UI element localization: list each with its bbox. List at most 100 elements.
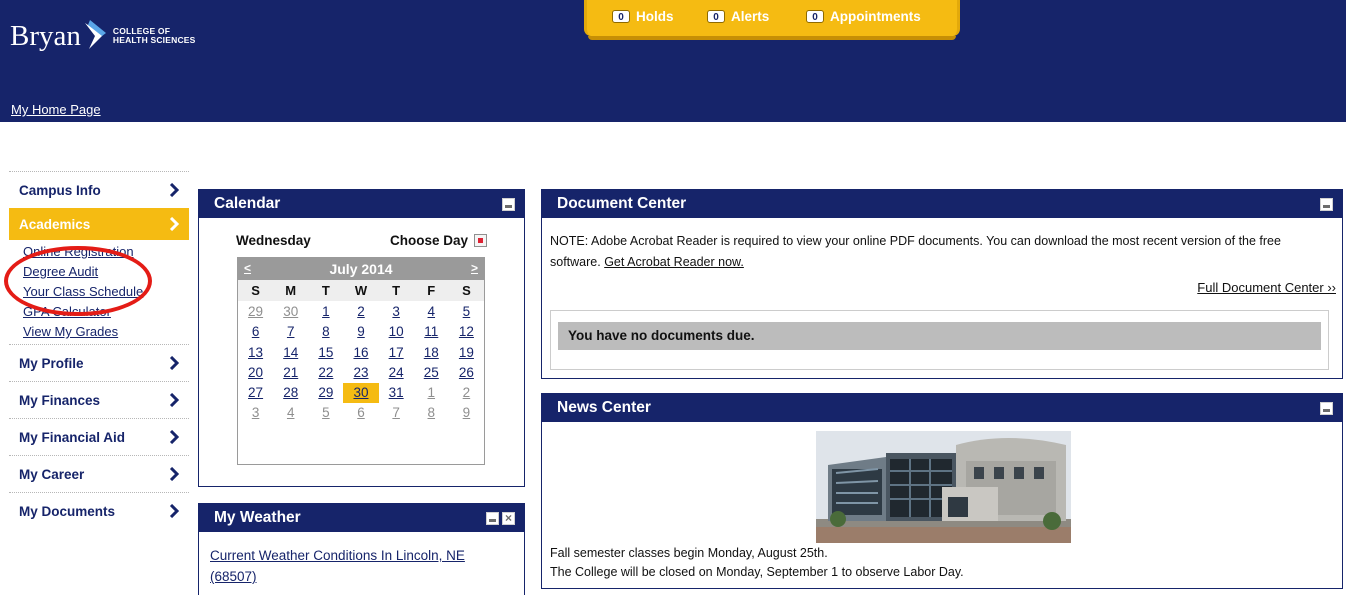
calendar-day[interactable]: 30: [273, 302, 308, 322]
logo-swoosh-icon: [84, 20, 106, 49]
minimize-icon[interactable]: [486, 512, 499, 525]
tabs-shadow: [588, 36, 956, 40]
sidebar-item-my-finances[interactable]: My Finances: [9, 382, 189, 418]
calendar-day[interactable]: 20: [238, 363, 273, 383]
calendar-day[interactable]: 4: [273, 403, 308, 423]
sidebar-item-academics[interactable]: Academics: [9, 208, 189, 240]
site-header: Bryan COLLEGE OF HEALTH SCIENCES My Home…: [0, 0, 1346, 122]
calendar-day[interactable]: 2: [343, 302, 378, 322]
calendar-day[interactable]: 21: [273, 363, 308, 383]
calendar-day[interactable]: 29: [238, 302, 273, 322]
document-center-title: Document Center: [557, 195, 687, 212]
sidebar-item-my-documents[interactable]: My Documents: [9, 493, 189, 529]
minimize-icon[interactable]: [1320, 198, 1333, 211]
my-home-page-link[interactable]: My Home Page: [11, 102, 101, 117]
appointments-tab[interactable]: 0 Appointments: [806, 9, 921, 24]
documents-due-box: You have no documents due.: [550, 310, 1329, 370]
sidebar-item-campus-info[interactable]: Campus Info: [9, 172, 189, 208]
full-document-center-link[interactable]: Full Document Center ››: [1197, 280, 1336, 295]
calendar-day[interactable]: 2: [449, 383, 484, 403]
calendar-day[interactable]: 7: [273, 322, 308, 342]
calendar-day[interactable]: 26: [449, 363, 484, 383]
alerts-count-badge: 0: [707, 10, 725, 23]
annotation-circle: [4, 246, 152, 316]
alerts-label: Alerts: [731, 9, 770, 24]
calendar-day[interactable]: 22: [308, 363, 343, 383]
calendar-panel-header: Calendar: [199, 190, 524, 218]
calendar-day[interactable]: 29: [308, 383, 343, 403]
calendar-day[interactable]: 31: [379, 383, 414, 403]
logo-sub-line2: HEALTH SCIENCES: [112, 35, 196, 45]
calendar-day[interactable]: 11: [414, 322, 449, 342]
campus-building-image: [816, 431, 1071, 543]
calendar-day[interactable]: 6: [343, 403, 378, 423]
calendar-day[interactable]: 17: [379, 343, 414, 363]
appointments-count-badge: 0: [806, 10, 824, 23]
calendar-day[interactable]: 15: [308, 343, 343, 363]
calendar-day[interactable]: 28: [273, 383, 308, 403]
holds-count-badge: 0: [612, 10, 630, 23]
calendar-day[interactable]: 6: [238, 322, 273, 342]
calendar-day[interactable]: 4: [414, 302, 449, 322]
weekday-header: S: [462, 283, 471, 298]
calendar-title: Calendar: [214, 195, 281, 212]
header-brand-area: Bryan COLLEGE OF HEALTH SCIENCES My Home…: [0, 0, 218, 122]
get-acrobat-link[interactable]: Get Acrobat Reader now.: [604, 255, 744, 269]
calendar-day[interactable]: 14: [273, 343, 308, 363]
chevron-right-icon: [169, 183, 179, 197]
news-text: Fall semester classes begin Monday, Augu…: [550, 544, 964, 582]
minimize-icon[interactable]: [1320, 402, 1333, 415]
calendar-day[interactable]: 1: [308, 302, 343, 322]
sidebar-nav: Campus Info Academics Online Registratio…: [9, 171, 189, 529]
sidebar-item-my-career[interactable]: My Career: [9, 456, 189, 492]
calendar-panel: Calendar Wednesday Choose Day < July 201…: [198, 189, 525, 487]
college-logo[interactable]: Bryan COLLEGE OF HEALTH SCIENCES: [10, 14, 196, 58]
sidebar-item-label: My Career: [19, 466, 85, 482]
document-center-header: Document Center: [542, 190, 1342, 218]
alerts-tab[interactable]: 0 Alerts: [707, 9, 769, 24]
chevron-right-icon: [169, 217, 179, 231]
news-center-title: News Center: [557, 399, 651, 416]
weather-conditions-link[interactable]: Current Weather Conditions In Lincoln, N…: [210, 545, 510, 587]
weekday-header: F: [427, 283, 436, 298]
calendar-day[interactable]: 8: [308, 322, 343, 342]
weekday-header: M: [285, 283, 297, 298]
calendar-day[interactable]: 3: [379, 302, 414, 322]
calendar-day[interactable]: 10: [379, 322, 414, 342]
calendar-day[interactable]: 24: [379, 363, 414, 383]
calendar-day[interactable]: 5: [449, 302, 484, 322]
sidebar-item-my-profile[interactable]: My Profile: [9, 345, 189, 381]
weather-title: My Weather: [214, 509, 301, 526]
calendar-day[interactable]: 7: [379, 403, 414, 423]
chevron-right-icon: [169, 393, 179, 407]
calendar-day[interactable]: 1: [414, 383, 449, 403]
calendar-day[interactable]: 25: [414, 363, 449, 383]
chevron-right-icon: [169, 504, 179, 518]
view-my-grades-link[interactable]: View My Grades: [23, 322, 189, 342]
calendar-day-today[interactable]: 30: [343, 383, 379, 404]
calendar-day[interactable]: 13: [238, 343, 273, 363]
calendar-day[interactable]: 16: [343, 343, 378, 363]
calendar-day[interactable]: 27: [238, 383, 273, 403]
minimize-icon[interactable]: [502, 198, 515, 211]
calendar-day[interactable]: 8: [414, 403, 449, 423]
weekday-header: T: [392, 283, 401, 298]
sidebar-item-label: My Finances: [19, 392, 101, 408]
next-month-link[interactable]: >: [471, 261, 478, 275]
holds-tab[interactable]: 0 Holds: [612, 9, 674, 24]
close-icon[interactable]: ×: [502, 512, 515, 525]
calendar-day[interactable]: 9: [343, 322, 378, 342]
calendar-day[interactable]: 18: [414, 343, 449, 363]
choose-day-button[interactable]: Choose Day: [390, 233, 468, 248]
prev-month-link[interactable]: <: [244, 261, 251, 275]
calendar-day[interactable]: 19: [449, 343, 484, 363]
sidebar-item-my-financial-aid[interactable]: My Financial Aid: [9, 419, 189, 455]
weekday-header-row: S M T W T F S: [238, 280, 484, 302]
calendar-day[interactable]: 5: [308, 403, 343, 423]
calendar-picker-icon[interactable]: [474, 234, 487, 247]
calendar-day[interactable]: 9: [449, 403, 484, 423]
calendar-day[interactable]: 23: [343, 363, 378, 383]
calendar-month-bar: < July 2014 >: [238, 258, 484, 280]
calendar-day[interactable]: 3: [238, 403, 273, 423]
calendar-day[interactable]: 12: [449, 322, 484, 342]
